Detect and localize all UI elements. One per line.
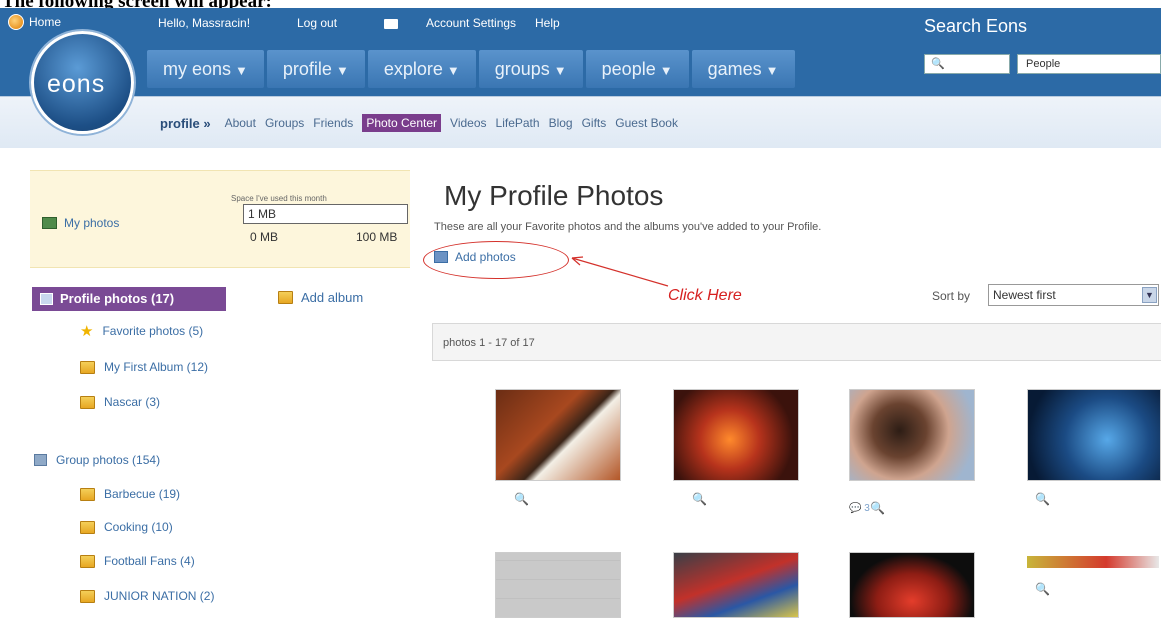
usage-max-label: 100 MB xyxy=(356,230,398,244)
page-description: These are all your Favorite photos and t… xyxy=(434,221,822,233)
group-photos-link[interactable]: Group photos (154) xyxy=(34,453,160,467)
subnav-title[interactable]: profile » xyxy=(160,116,211,131)
dropdown-arrow-icon: ▼ xyxy=(553,63,567,78)
sort-label: Sort by xyxy=(932,289,971,303)
space-usage-bar: 1 MB xyxy=(243,204,408,224)
home-label: Home xyxy=(29,15,62,29)
album-junior-nation[interactable]: JUNIOR NATION (2) xyxy=(80,589,214,603)
subnav-about[interactable]: About xyxy=(225,116,256,130)
page-title: My Profile Photos xyxy=(444,180,664,211)
album-nascar[interactable]: Nascar (3) xyxy=(80,395,160,409)
subnav-photo-center[interactable]: Photo Center xyxy=(362,114,442,132)
album-my-first-album[interactable]: My First Album (12) xyxy=(80,360,208,374)
nav-tab-my-eons[interactable]: my eons ▼ xyxy=(147,50,264,88)
nav-tab-explore[interactable]: explore ▼ xyxy=(367,50,476,88)
photo-thumbnail[interactable] xyxy=(673,389,799,481)
add-album-label: Add album xyxy=(301,290,364,305)
click-here-annotation: Click Here xyxy=(668,287,742,304)
main-nav: my eons ▼ profile ▼ explore ▼ groups ▼ peopl… xyxy=(147,50,798,88)
folder-icon xyxy=(80,487,95,501)
logo-text: eons xyxy=(47,70,106,98)
photo-count-bar: photos 1 - 17 of 17 xyxy=(432,323,1161,361)
photo-thumbnail[interactable] xyxy=(495,552,621,618)
album-football-fans[interactable]: Football Fans (4) xyxy=(80,554,195,568)
photo-thumbnail[interactable] xyxy=(495,389,621,481)
photo-thumbnail[interactable] xyxy=(849,389,975,481)
subnav-guest-book[interactable]: Guest Book xyxy=(615,116,678,130)
photo-thumbnail[interactable] xyxy=(1027,389,1161,481)
zoom-icon[interactable]: 🔍 xyxy=(1035,582,1050,596)
zoom-icon[interactable]: 🔍 xyxy=(870,501,885,515)
subnav-videos[interactable]: Videos xyxy=(450,116,486,130)
search-input[interactable]: 🔍 xyxy=(924,54,1010,74)
home-icon xyxy=(8,14,24,30)
space-used-label: Space I've used this month xyxy=(231,194,327,203)
nav-tab-people[interactable]: people ▼ xyxy=(585,50,689,88)
account-settings-link[interactable]: Account Settings xyxy=(426,16,516,30)
search-type-select[interactable]: People xyxy=(1017,54,1161,74)
folder-icon xyxy=(80,589,95,603)
profile-photos-label: Profile photos (17) xyxy=(60,291,175,306)
comment-count[interactable]: 💬 3 xyxy=(849,503,870,514)
subnav-friends[interactable]: Friends xyxy=(313,116,353,130)
annotation-arrow xyxy=(571,256,669,287)
photo-thumbnail[interactable] xyxy=(673,552,799,618)
album-icon xyxy=(40,293,53,305)
subnav-gifts[interactable]: Gifts xyxy=(582,116,607,130)
folder-icon xyxy=(80,360,95,374)
group-icon xyxy=(34,454,47,466)
dropdown-arrow-icon: ▼ xyxy=(235,63,248,78)
logout-link[interactable]: Log out xyxy=(297,16,337,30)
folder-icon xyxy=(80,520,95,534)
profile-photos-button[interactable]: Profile photos (17) xyxy=(32,287,226,311)
album-favorite-photos[interactable]: ★ Favorite photos (5) xyxy=(80,322,203,340)
photo-thumbnail[interactable] xyxy=(849,552,975,618)
envelope-icon[interactable] xyxy=(384,19,398,29)
subnav-lifepath[interactable]: LifePath xyxy=(496,116,540,130)
dropdown-arrow-icon: ▼ xyxy=(446,63,460,78)
chevron-down-icon[interactable]: ▼ xyxy=(1142,287,1157,303)
dropdown-arrow-icon: ▼ xyxy=(659,63,673,78)
greeting-text: Hello, Massracin! xyxy=(158,16,251,30)
album-barbecue[interactable]: Barbecue (19) xyxy=(80,487,180,501)
profile-subnav: profile » About Groups Friends Photo Cen… xyxy=(160,114,687,132)
add-album-icon xyxy=(278,291,293,304)
photos-icon xyxy=(42,217,57,229)
dropdown-arrow-icon: ▼ xyxy=(335,63,349,78)
star-icon: ★ xyxy=(80,322,94,340)
folder-icon xyxy=(80,395,95,409)
zoom-icon[interactable]: 🔍 xyxy=(692,492,707,506)
folder-icon xyxy=(80,554,95,568)
search-title: Search Eons xyxy=(924,16,1028,36)
subnav-groups[interactable]: Groups xyxy=(265,116,304,130)
zoom-icon[interactable]: 🔍 xyxy=(514,492,529,506)
highlight-oval xyxy=(423,241,569,279)
nav-tab-games[interactable]: games ▼ xyxy=(691,50,795,88)
nav-tab-profile[interactable]: profile ▼ xyxy=(266,50,365,88)
nav-tab-groups[interactable]: groups ▼ xyxy=(478,50,583,88)
photo-thumbnail[interactable] xyxy=(1027,556,1159,568)
sort-select[interactable]: Newest first xyxy=(988,284,1159,306)
subnav-blog[interactable]: Blog xyxy=(549,116,573,130)
album-cooking[interactable]: Cooking (10) xyxy=(80,520,173,534)
zoom-icon[interactable]: 🔍 xyxy=(1035,492,1050,506)
home-button[interactable]: Home xyxy=(8,14,61,30)
search-icon: 🔍 xyxy=(931,58,945,70)
help-link[interactable]: Help xyxy=(535,16,560,30)
usage-min-label: 0 MB xyxy=(250,230,279,244)
eons-logo[interactable]: eons xyxy=(31,31,134,134)
add-album-button[interactable]: Add album xyxy=(278,290,363,305)
dropdown-arrow-icon: ▼ xyxy=(765,63,779,78)
my-photos-link[interactable]: My photos xyxy=(64,216,119,230)
